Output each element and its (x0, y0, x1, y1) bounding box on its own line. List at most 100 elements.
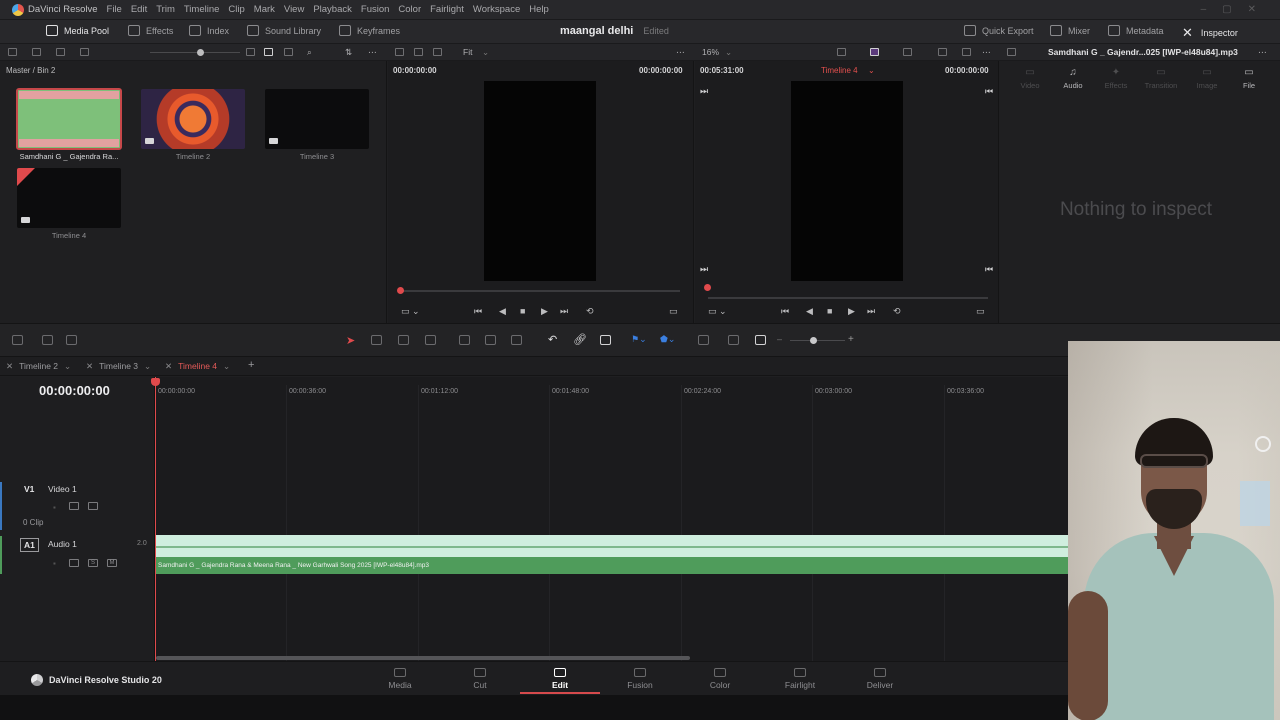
match-frame-icon[interactable]: ▭ (976, 306, 985, 317)
timeline-track-area[interactable]: 00:00:00:00 00:00:36:00 00:01:12:00 00:0… (155, 377, 1068, 661)
viewer-options-icon[interactable]: ⋯ (982, 47, 991, 58)
thumbnail-view-icon[interactable] (264, 48, 273, 56)
add-timeline-tab-icon[interactable]: + (248, 359, 254, 371)
effects-button[interactable]: Effects (128, 25, 173, 36)
chevron-down-icon[interactable]: ⌄ (144, 361, 151, 371)
timeline-playhead[interactable] (155, 377, 156, 661)
timeline-video-frame[interactable] (791, 81, 903, 281)
keyframes-button[interactable]: Keyframes (339, 25, 400, 36)
source-mode-icon[interactable]: ▭ ⌄ (401, 306, 420, 317)
menu-clip[interactable]: Clip (228, 4, 244, 15)
bin-icon[interactable] (32, 48, 41, 56)
media-pool-button[interactable]: Media Pool (46, 25, 109, 36)
lock-icon[interactable]: ▪ (53, 559, 56, 568)
inspector-tab-image[interactable]: ▭ Image (1187, 67, 1227, 90)
close-icon[interactable]: ✕ (86, 361, 93, 371)
zoom-slider-handle-icon[interactable] (810, 337, 817, 344)
jump-start-icon[interactable]: ⏮ (474, 306, 482, 317)
media-clip-audio[interactable]: Samdhani G _ Gajendra Ra... (16, 88, 122, 161)
zoom-out-icon[interactable]: – (777, 334, 782, 344)
jump-end-icon[interactable]: ⏭ (560, 306, 568, 317)
flag-icon[interactable]: ⚑⌄ (631, 334, 647, 345)
zoom-detail-icon[interactable] (728, 335, 739, 345)
thumbnail-size-slider[interactable] (150, 52, 240, 53)
next-clip-icon[interactable]: ⏮ (985, 86, 993, 97)
video-track-header[interactable]: V1 Video 1 ▪ 0 Clip (0, 478, 155, 534)
menu-playback[interactable]: Playback (313, 4, 352, 15)
previous-clip-icon[interactable]: ⏭ (700, 86, 708, 97)
tab-timeline-2[interactable]: ✕ Timeline 2 ⌄ (6, 361, 71, 372)
timeline-scrub-bar[interactable] (708, 297, 988, 299)
timeline-view-options-icon[interactable] (12, 335, 23, 345)
fullscreen-icon[interactable] (962, 48, 971, 56)
play-icon[interactable]: ▶ (848, 306, 855, 317)
play-reverse-icon[interactable]: ◀ (499, 306, 506, 317)
page-deliver-button[interactable]: Deliver (840, 668, 920, 690)
page-cut-button[interactable]: Cut (440, 668, 520, 690)
source-playhead[interactable] (397, 287, 404, 294)
zoom-in-icon[interactable]: + (848, 334, 854, 345)
next-edit-icon[interactable]: ⏮ (985, 264, 993, 275)
play-icon[interactable]: ▶ (541, 306, 548, 317)
menu-view[interactable]: View (284, 4, 304, 15)
timeline-name-select[interactable]: Timeline 4 (821, 66, 858, 75)
transform-icon[interactable] (903, 48, 912, 56)
viewer-layout-icon[interactable] (395, 48, 404, 56)
blade-tool-icon[interactable] (425, 335, 436, 345)
menu-workspace[interactable]: Workspace (473, 4, 520, 15)
source-zoom-select[interactable]: Fit (463, 47, 472, 57)
metadata-view-icon[interactable] (246, 48, 255, 56)
window-controls[interactable]: –▢✕ (1201, 4, 1272, 15)
audio-meter-icon[interactable] (42, 335, 53, 345)
sort-icon[interactable]: ⇅ (345, 47, 352, 58)
inspector-tab-video[interactable]: ▭ Video (1010, 67, 1050, 90)
position-lock-icon[interactable] (600, 335, 611, 345)
menu-trim[interactable]: Trim (156, 4, 175, 15)
inspector-tab-audio[interactable]: ♫ Audio (1053, 67, 1093, 90)
source-video-frame[interactable] (484, 81, 596, 281)
list-view-icon[interactable] (284, 48, 293, 56)
zoom-custom-icon[interactable] (755, 335, 766, 345)
viewer-layout-dual-icon[interactable] (414, 48, 423, 56)
chevron-down-icon[interactable]: ⌄ (868, 66, 875, 75)
audio-clip[interactable]: Samdhani G _ Gajendra Rana & Meena Rana … (155, 535, 1068, 574)
timeline-current-timecode[interactable]: 00:00:00:00 (39, 383, 110, 398)
dynamic-trim-icon[interactable] (398, 335, 409, 345)
inspector-tab-effects[interactable]: ✦ Effects (1096, 67, 1136, 90)
menu-color[interactable]: Color (398, 4, 421, 15)
source-options-icon[interactable]: ⋯ (676, 47, 685, 58)
bypass-icon[interactable] (938, 48, 947, 56)
selection-tool-icon[interactable]: ➤ (346, 334, 355, 347)
power-bin-icon[interactable] (80, 48, 89, 56)
viewer-mode-icon[interactable] (837, 48, 846, 56)
quick-export-button[interactable]: Quick Export (964, 25, 1034, 36)
loop-icon[interactable]: ⟲ (586, 306, 594, 317)
linked-selection-icon[interactable]: 🔗︎ (573, 333, 587, 346)
snapping-icon[interactable]: ↶ (548, 333, 557, 346)
page-color-button[interactable]: Color (680, 668, 760, 690)
inspector-button[interactable]: ✕ Inspector (1182, 25, 1238, 41)
close-icon[interactable]: ✕ (6, 361, 13, 371)
menu-mark[interactable]: Mark (254, 4, 275, 15)
menu-timeline[interactable]: Timeline (184, 4, 220, 15)
audio-track-header[interactable]: A1 Audio 1 2.0 ▪ S M (0, 534, 155, 576)
match-frame-icon[interactable]: ▭ (669, 306, 678, 317)
clip-thumbnail[interactable] (16, 88, 122, 150)
overwrite-clip-icon[interactable] (485, 335, 496, 345)
marker-icon[interactable]: ⬟⌄ (660, 334, 675, 345)
breadcrumb[interactable]: Master / Bin 2 (6, 66, 55, 75)
jump-start-icon[interactable]: ⏮ (781, 306, 789, 317)
track-name[interactable]: Audio 1 (48, 539, 77, 549)
inspector-tab-file[interactable]: ▭ File (1229, 67, 1269, 90)
page-edit-button[interactable]: Edit (520, 668, 600, 690)
clip-thumbnail[interactable] (17, 168, 121, 228)
page-fusion-button[interactable]: Fusion (600, 668, 680, 690)
auto-select-icon[interactable] (69, 559, 79, 567)
overlay-icon[interactable] (870, 48, 879, 56)
lock-icon[interactable]: ▪ (53, 503, 56, 512)
previous-edit-icon[interactable]: ⏭ (700, 264, 708, 275)
source-scrub-bar[interactable] (400, 290, 680, 292)
auto-select-icon[interactable] (69, 502, 79, 510)
chevron-down-icon[interactable]: ⌄ (64, 361, 71, 371)
media-clip-timeline-4[interactable]: Timeline 4 (17, 168, 121, 240)
